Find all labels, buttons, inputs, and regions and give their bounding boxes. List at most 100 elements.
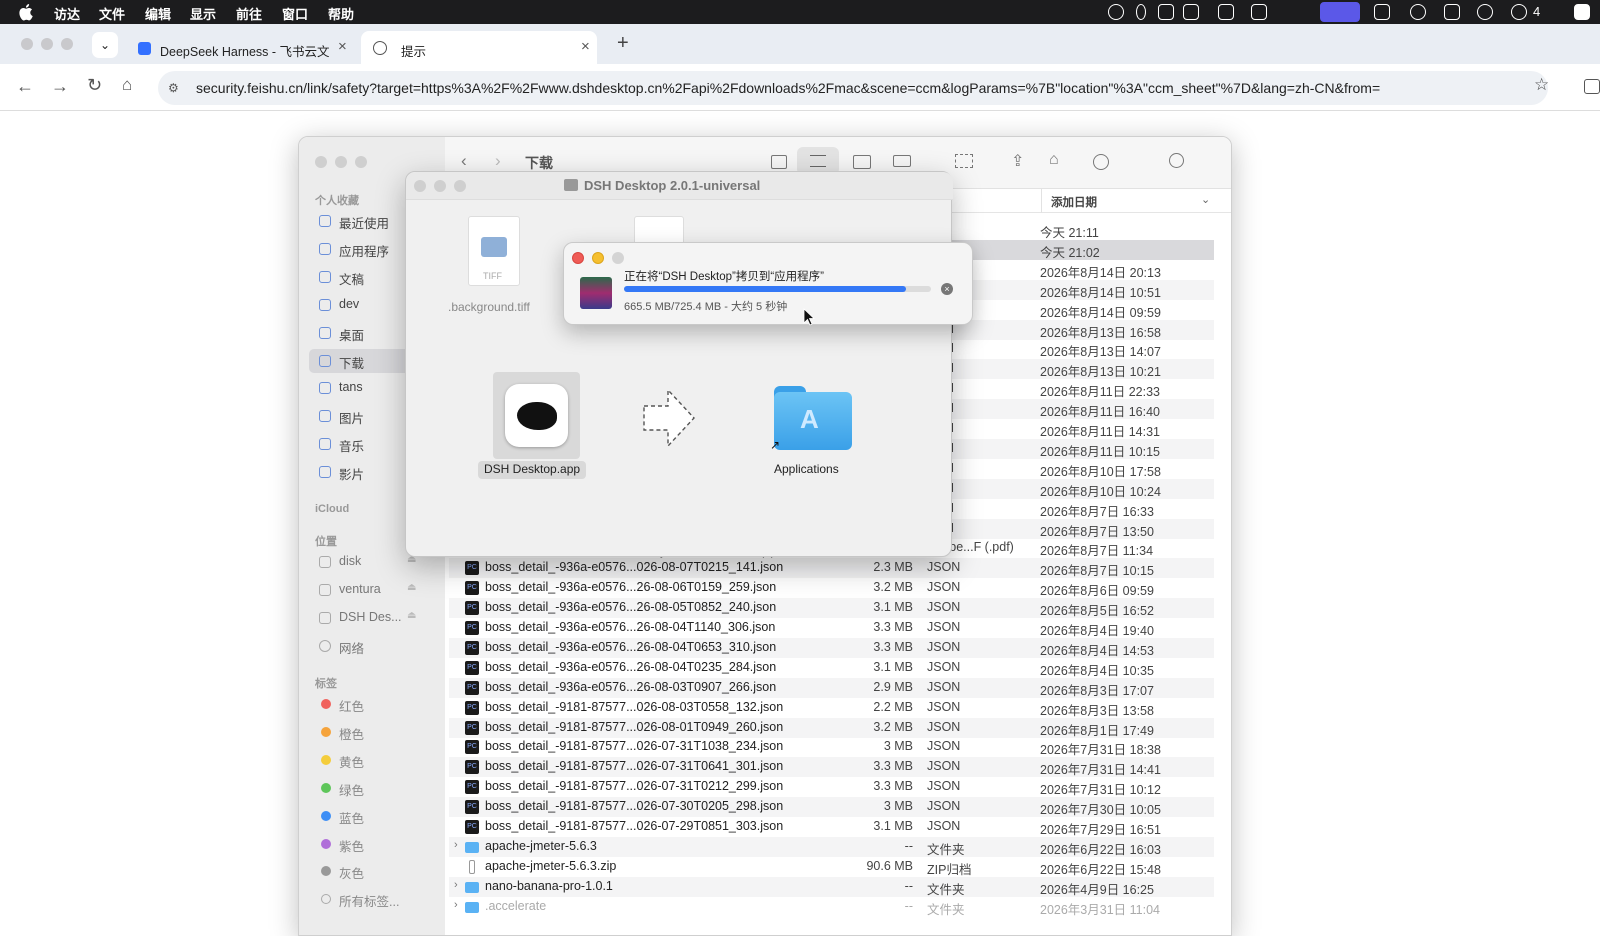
forward-icon[interactable]: → — [51, 76, 69, 97]
table-row[interactable]: PC boss_detail_-936a-e0576...26-08-04T023… — [449, 658, 1214, 678]
sidebar-item-location[interactable]: DSH Des... ⏏ — [309, 606, 437, 630]
disclosure-chevron-icon[interactable]: › — [454, 839, 458, 851]
finder-back-icon[interactable]: ‹ — [461, 151, 467, 171]
tab-prompt[interactable]: 提示 × — [361, 31, 597, 64]
menu-edit[interactable]: 编辑 — [145, 4, 171, 23]
sidebar-item-location[interactable]: 网络 — [309, 634, 437, 658]
status-smiley-icon[interactable] — [1108, 4, 1124, 20]
table-row[interactable]: PC boss_detail_-936a-e0576...26-08-04T114… — [449, 618, 1214, 638]
shirt-icon[interactable] — [1183, 4, 1199, 20]
menu-help[interactable]: 帮助 — [328, 4, 354, 23]
finder-zoom-button[interactable] — [355, 156, 367, 168]
dmg-zoom-button[interactable] — [454, 180, 466, 192]
table-row[interactable]: PC boss_detail_-9181-87577...026-07-29T08… — [449, 817, 1214, 837]
group-by-icon[interactable] — [955, 154, 973, 168]
table-row[interactable]: PC boss_detail_-936a-e0576...26-08-04T065… — [449, 637, 1214, 658]
applications-folder-icon[interactable]: A ↗ — [770, 382, 852, 452]
tab-close-icon[interactable]: × — [581, 38, 590, 55]
sidebar-item-location[interactable]: ventura ⏏ — [309, 578, 437, 602]
microphone-icon[interactable] — [1136, 4, 1146, 20]
column-header-date-added[interactable]: 添加日期 — [1051, 194, 1097, 210]
disclosure-chevron-icon[interactable]: › — [454, 879, 458, 891]
icon-view-icon[interactable] — [771, 155, 787, 169]
chat-bubble-icon[interactable] — [1511, 4, 1527, 20]
window-close-button[interactable] — [21, 38, 33, 50]
table-row[interactable]: PC boss_detail_-9181-87577...026-07-31T10… — [449, 737, 1214, 757]
window-zoom-button[interactable] — [61, 38, 73, 50]
sidebar-item-tag[interactable]: 灰色 — [309, 859, 437, 883]
column-view-icon[interactable] — [853, 155, 871, 169]
applications-label[interactable]: Applications — [774, 462, 839, 476]
table-row[interactable]: PC boss_detail_-936a-e0576...26-08-05T085… — [449, 598, 1214, 619]
grid-app-icon[interactable] — [1158, 4, 1174, 20]
screen-share-icon[interactable] — [1320, 2, 1360, 22]
p-app-icon[interactable] — [1574, 4, 1590, 20]
menu-app-finder[interactable]: 访达 — [54, 4, 80, 23]
table-row[interactable]: PC boss_detail_-936a-e0576...026-08-07T02… — [449, 558, 1214, 579]
table-row[interactable]: PC boss_detail_-9181-87577...026-07-31T06… — [449, 757, 1214, 778]
finder-minimize-button[interactable] — [335, 156, 347, 168]
control-center-icon[interactable] — [1374, 4, 1390, 20]
table-row[interactable]: PC boss_detail_-9181-87577...026-08-03T05… — [449, 698, 1214, 718]
background-file-label[interactable]: .background.tiff — [448, 300, 530, 314]
menu-view[interactable]: 显示 — [190, 4, 216, 23]
table-row[interactable]: PC boss_detail_-9181-87577...026-07-30T02… — [449, 797, 1214, 818]
tab-search-chevron-icon[interactable]: ⌄ — [92, 32, 118, 58]
menu-file[interactable]: 文件 — [99, 4, 125, 23]
apple-icon[interactable] — [18, 3, 34, 21]
table-row[interactable]: › nano-banana-pro-1.0.1 -- 文件夹 2026年4月9日 16:… — [449, 876, 1214, 897]
more-actions-icon[interactable] — [1093, 154, 1109, 170]
sidebar-item-tag[interactable]: 黄色 — [309, 748, 437, 772]
back-icon[interactable]: ← — [16, 76, 34, 97]
new-tab-icon[interactable]: + — [617, 32, 629, 55]
eject-icon[interactable]: ⏏ — [407, 582, 416, 593]
disclosure-chevron-icon[interactable]: › — [454, 899, 458, 911]
dialog-close-button[interactable] — [572, 252, 584, 264]
cancel-copy-icon[interactable]: × — [941, 283, 953, 295]
sidebar-item-all-tags[interactable]: 所有标签... — [309, 887, 437, 911]
reload-icon[interactable]: ↻ — [87, 75, 102, 96]
table-row[interactable]: › apache-jmeter-5.6.3 -- 文件夹 2026年6月22日 16:0… — [449, 836, 1214, 857]
dmg-minimize-button[interactable] — [434, 180, 446, 192]
sidebar-item-tag[interactable]: 橙色 — [309, 720, 437, 744]
finder-close-button[interactable] — [315, 156, 327, 168]
sidepanel-icon[interactable] — [1584, 79, 1600, 94]
sort-chevron-icon[interactable]: ⌄ — [1201, 193, 1210, 206]
tab-close-icon[interactable]: × — [338, 38, 347, 55]
table-row[interactable]: PC boss_detail_-936a-e0576...26-08-06T015… — [449, 578, 1214, 598]
search-icon[interactable] — [1169, 153, 1184, 168]
openai-icon[interactable] — [1477, 4, 1493, 20]
dialog-minimize-button[interactable] — [592, 252, 604, 264]
dmg-close-button[interactable] — [414, 180, 426, 192]
table-row[interactable]: PC boss_detail_-936a-e0576...26-08-03T090… — [449, 677, 1214, 698]
table-row[interactable]: apache-jmeter-5.6.3.zip 90.6 MB ZIP归档 2026年… — [449, 857, 1214, 877]
cat-icon[interactable] — [1410, 4, 1426, 20]
tag-icon[interactable]: ⌂ — [1049, 151, 1059, 169]
table-row[interactable]: › .accelerate -- 文件夹 2026年3月31日 11:04 — [449, 897, 1214, 917]
calendar-icon[interactable] — [1218, 4, 1234, 20]
address-bar[interactable]: ⚙ security.feishu.cn/link/safety?target=… — [158, 71, 1548, 105]
tiff-file-icon[interactable]: TIFF — [468, 216, 520, 286]
finder-forward-icon[interactable]: › — [495, 151, 501, 171]
home-icon[interactable]: ⌂ — [122, 75, 132, 95]
wps-icon[interactable] — [1251, 4, 1267, 20]
url-text[interactable]: security.feishu.cn/link/safety?target=ht… — [196, 80, 1380, 96]
table-row[interactable]: PC boss_detail_-9181-87577...026-07-31T02… — [449, 777, 1214, 797]
window-minimize-button[interactable] — [41, 38, 53, 50]
gallery-view-icon[interactable] — [893, 155, 911, 167]
tab-deepseek-harness[interactable]: DeepSeek Harness - 飞书云文 × — [124, 31, 357, 64]
bookmark-star-icon[interactable]: ☆ — [1534, 75, 1549, 95]
sidebar-item-tag[interactable]: 紫色 — [309, 832, 437, 856]
menu-go[interactable]: 前往 — [236, 4, 262, 23]
share-icon[interactable]: ⇪ — [1011, 151, 1024, 171]
menu-window[interactable]: 窗口 — [282, 4, 308, 23]
eject-icon[interactable]: ⏏ — [407, 610, 416, 621]
table-row[interactable]: PC boss_detail_-9181-87577...026-08-01T09… — [449, 717, 1214, 738]
app-icon-selection[interactable] — [493, 372, 580, 459]
robot-icon[interactable] — [1444, 4, 1460, 20]
sidebar-item-tag[interactable]: 绿色 — [309, 776, 437, 800]
app-label[interactable]: DSH Desktop.app — [478, 461, 587, 479]
site-info-icon[interactable]: ⚙ — [168, 81, 179, 95]
sidebar-item-tag[interactable]: 红色 — [309, 692, 437, 716]
sidebar-item-tag[interactable]: 蓝色 — [309, 804, 437, 828]
